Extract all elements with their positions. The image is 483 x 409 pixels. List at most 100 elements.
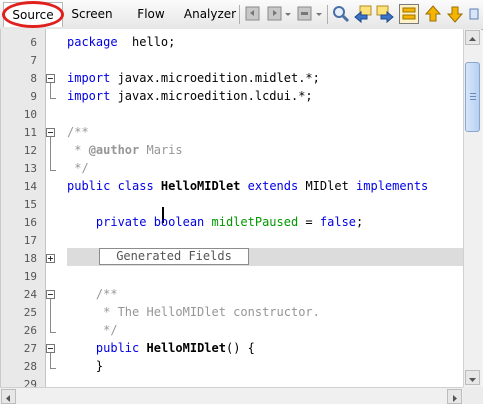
fold-guide-end [50, 368, 56, 369]
code-editor[interactable]: Generated Fields 6 package hello; 7 8 import… [0, 29, 464, 387]
line-number: 14 [23, 180, 37, 193]
collapse-fold-icon[interactable] [46, 290, 55, 299]
line-number: 29 [23, 378, 37, 387]
code-token: midletPaused [211, 215, 299, 229]
fold-guide-end [50, 170, 56, 171]
tab-analyzer[interactable]: Analyzer [181, 2, 239, 26]
forward-icon[interactable] [265, 4, 285, 24]
previous-bookmark-icon[interactable] [423, 4, 443, 24]
line-number: 19 [23, 270, 37, 283]
code-token: HelloMIDlet [146, 341, 226, 355]
code-token: package [67, 35, 118, 49]
code-token: */ [67, 323, 118, 337]
fold-guide [50, 358, 51, 368]
code-line: public HelloMIDlet() { [67, 341, 255, 355]
code-line: import javax.microedition.lcdui.*; [67, 89, 313, 103]
code-token: /** [67, 287, 118, 301]
collapse-fold-icon[interactable] [46, 128, 55, 137]
find-next-icon[interactable] [375, 4, 395, 24]
code-line: private boolean midletPaused = false; [67, 215, 363, 229]
code-line: import javax.microedition.midlet.*; [67, 71, 320, 85]
line-number: 13 [23, 162, 37, 175]
code-token: */ [67, 161, 89, 175]
code-line: */ [67, 323, 118, 337]
fold-guide [50, 142, 51, 160]
code-line: * The HelloMIDlet constructor. [67, 305, 320, 319]
line-number: 24 [23, 288, 37, 301]
code-line: * @author Maris [67, 143, 183, 157]
tab-flow[interactable]: Flow [128, 2, 174, 26]
line-number: 25 [23, 306, 37, 319]
generated-fields-fold-label[interactable]: Generated Fields [99, 248, 249, 265]
code-token: implements [356, 179, 429, 193]
code-token: * [67, 143, 89, 157]
chevron-down-icon[interactable] [314, 4, 324, 24]
code-token: hello; [117, 35, 176, 49]
last-edit-icon[interactable] [295, 4, 315, 24]
scroll-down-arrow-icon[interactable] [465, 370, 480, 385]
chevron-down-icon[interactable] [283, 4, 293, 24]
editor-toolbar: Source Screen Flow Analyzer [0, 0, 483, 30]
line-number: 27 [23, 342, 37, 355]
code-token: private boolean [95, 215, 212, 229]
find-previous-icon[interactable] [353, 4, 373, 24]
code-token: import [67, 71, 111, 85]
scroll-up-arrow-icon[interactable] [465, 30, 480, 45]
back-icon[interactable] [243, 4, 263, 24]
line-number: 6 [30, 36, 37, 49]
expand-fold-icon[interactable] [46, 254, 55, 263]
tab-source[interactable]: Source [3, 2, 63, 27]
scroll-left-arrow-icon[interactable] [1, 389, 16, 404]
line-number: 16 [23, 216, 37, 229]
next-bookmark-icon[interactable] [445, 4, 465, 24]
horizontal-scrollbar[interactable] [0, 387, 463, 404]
line-number: 17 [23, 234, 37, 247]
line-number: 28 [23, 360, 37, 373]
code-token: @author [88, 143, 140, 157]
line-number: 11 [23, 126, 37, 139]
toggle-highlight-icon[interactable] [399, 4, 419, 24]
vertical-scrollbar[interactable] [463, 29, 481, 387]
code-line: */ [67, 161, 89, 175]
code-token: public class [67, 179, 161, 193]
line-number: 26 [23, 324, 37, 337]
code-token: public [95, 341, 140, 355]
line-number: 10 [23, 108, 37, 121]
line-number: 15 [23, 198, 37, 211]
fold-guide [50, 304, 51, 322]
find-icon[interactable] [331, 4, 351, 24]
code-token: /** [67, 125, 89, 139]
code-token: HelloMIDlet [160, 179, 241, 193]
code-token: javax.microedition.midlet.*; [110, 71, 320, 85]
code-line: /** [67, 287, 118, 301]
code-line: } [67, 359, 103, 373]
code-line: package hello; [67, 35, 175, 49]
scroll-right-arrow-icon[interactable] [447, 389, 462, 404]
fold-guide-end [50, 98, 56, 99]
scrollbar-thumb[interactable] [465, 62, 480, 132]
code-line: /** [67, 125, 89, 139]
code-token: = [298, 215, 320, 229]
code-token: Maris [139, 143, 183, 157]
fold-guide [50, 88, 51, 98]
more-toolbar-icon[interactable] [467, 4, 483, 24]
code-token: import [67, 89, 111, 103]
tab-screen[interactable]: Screen [66, 2, 118, 26]
netbeans-editor-window: Source Screen Flow Analyzer Generated Fi… [0, 0, 483, 404]
code-token: () { [225, 341, 255, 355]
code-token: * The HelloMIDlet constructor. [67, 305, 320, 319]
code-token: javax.microedition.lcdui.*; [110, 89, 313, 103]
collapse-fold-icon[interactable] [46, 344, 55, 353]
code-token: MIDlet [298, 179, 357, 193]
collapse-fold-icon[interactable] [46, 74, 55, 83]
code-line: public class HelloMIDlet extends MIDlet … [67, 179, 428, 193]
code-token: } [67, 359, 104, 373]
code-token: extends [247, 179, 299, 193]
fold-guide [50, 322, 51, 332]
toolbar-separator [239, 5, 240, 24]
line-number: 8 [30, 72, 37, 85]
line-number: 18 [23, 252, 37, 265]
